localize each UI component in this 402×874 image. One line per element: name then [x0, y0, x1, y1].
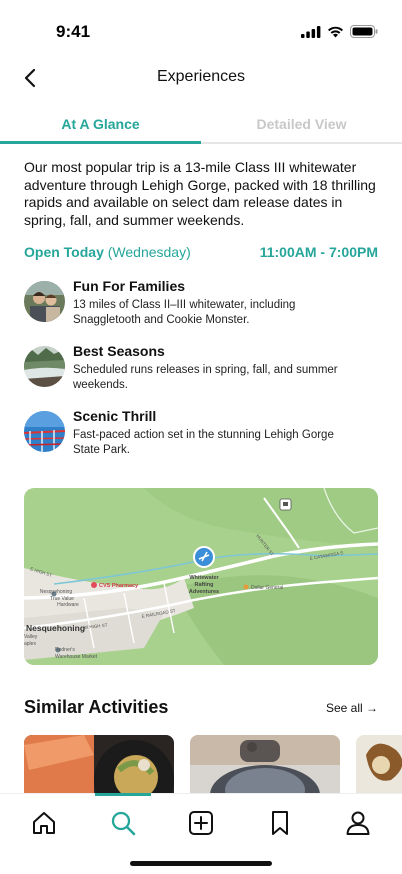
- home-icon: [33, 812, 55, 834]
- feature-description: Scheduled runs releases in spring, fall,…: [73, 364, 338, 391]
- map-market-label-2: Warehouse Market: [55, 654, 98, 660]
- open-status: Open Today: [24, 244, 104, 260]
- activity-card[interactable]: [356, 735, 402, 793]
- see-all-link[interactable]: See all →: [326, 701, 378, 715]
- feature-title: Fun For Families: [73, 278, 186, 294]
- tab-search[interactable]: [108, 808, 138, 838]
- activity-card[interactable]: [190, 735, 340, 793]
- feature-thumbnail-family: [24, 281, 65, 322]
- intro-text: Our most popular trip is a 13-mile Class…: [24, 159, 376, 228]
- open-hours: 11:00AM - 7:00PM: [259, 244, 378, 260]
- feature-item: Scenic Thrill Fast-paced action set in t…: [24, 408, 378, 458]
- profile-icon: [346, 811, 370, 835]
- map-poi-label-2: Rafting: [195, 582, 214, 588]
- feature-title: Best Seasons: [73, 343, 165, 359]
- bookmark-icon: [272, 811, 288, 835]
- tab-indicator: [0, 141, 201, 144]
- tab-home[interactable]: [29, 808, 59, 838]
- similar-activities-carousel: [24, 735, 402, 793]
- feature-item: Fun For Families 13 miles of Class II–II…: [24, 278, 378, 328]
- feature-item: Best Seasons Scheduled runs releases in …: [24, 343, 378, 393]
- cellular-signal-icon: [301, 25, 321, 38]
- tab-saved[interactable]: [265, 808, 295, 838]
- tab-profile[interactable]: [343, 808, 373, 838]
- wifi-icon: [328, 26, 343, 37]
- hours-row: Open Today (Wednesday) 11:00AM - 7:00PM: [24, 244, 378, 264]
- map-pin-icon[interactable]: [193, 546, 215, 568]
- map-valley-label-1: Valley: [24, 634, 38, 640]
- nav-bar: Experiences: [0, 58, 402, 98]
- map-dollar-label: Dollar General: [251, 585, 283, 591]
- map-town-label: Nesquehoning: [26, 623, 85, 633]
- map-poi-label-1: Whitewater: [189, 575, 219, 581]
- map-pharmacy-label: CVS Pharmacy: [99, 583, 139, 589]
- add-square-icon: [189, 811, 213, 835]
- page-title: Experiences: [156, 68, 246, 85]
- map-poi-label-3: Adventures: [189, 589, 219, 595]
- tab-create[interactable]: [186, 808, 216, 838]
- bus-stop-icon: [279, 498, 292, 511]
- dollar-store-pin-icon: [243, 584, 249, 590]
- map-hardware-label-3: Hardware: [57, 602, 79, 608]
- battery-icon: [350, 25, 378, 38]
- pharmacy-pin-icon: [91, 582, 97, 588]
- bottom-tab-bar: [0, 793, 402, 874]
- tabbar-indicator: [95, 793, 151, 796]
- feature-description: 13 miles of Class II–III whitewater, inc…: [73, 299, 296, 326]
- map-hardware-label-1: Nesquehoning: [40, 589, 72, 595]
- segment-tabs: At A Glance Detailed View: [0, 108, 402, 144]
- tab-at-a-glance[interactable]: At A Glance: [0, 116, 201, 132]
- similar-activities-title: Similar Activities: [24, 697, 169, 717]
- feature-thumbnail-river: [24, 346, 65, 387]
- feature-description: Fast-paced action set in the stunning Le…: [73, 429, 334, 456]
- tab-detailed-view[interactable]: Detailed View: [201, 116, 402, 132]
- feature-thumbnail-bridge: [24, 411, 65, 452]
- search-icon: [111, 811, 136, 836]
- map-market-label-1: Redner's: [55, 647, 75, 653]
- map-valley-label-2: aplex: [24, 641, 36, 647]
- status-time: 9:41: [56, 22, 91, 41]
- status-icons: [301, 25, 378, 38]
- activity-card[interactable]: [24, 735, 174, 793]
- feature-title: Scenic Thrill: [73, 408, 157, 424]
- status-bar: 9:41: [0, 0, 402, 54]
- location-map[interactable]: Whitewater Rafting Adventures CVS Pharma…: [24, 488, 378, 665]
- home-indicator: [130, 861, 272, 866]
- open-day: (Wednesday): [107, 244, 191, 260]
